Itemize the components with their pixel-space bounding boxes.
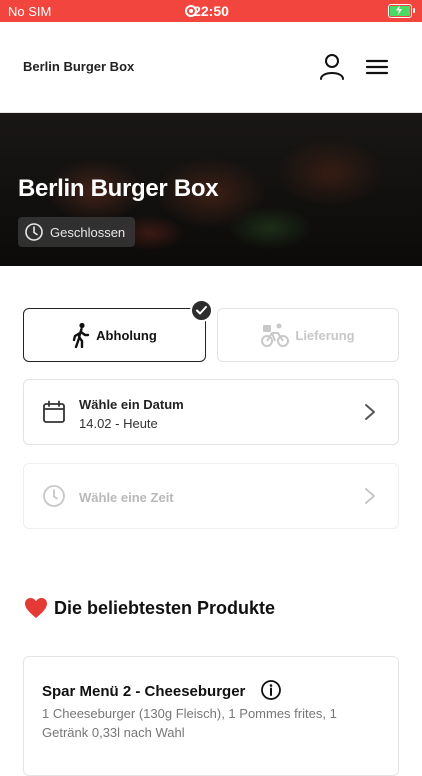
status-bar: No SIM 22:50 (0, 0, 422, 22)
clock-icon (25, 223, 43, 241)
popular-products-heading: Die beliebtesten Produkte (24, 597, 275, 619)
delivery-button[interactable]: Lieferung (217, 308, 399, 362)
restaurant-name: Berlin Burger Box (23, 59, 135, 74)
hero-banner: Berlin Burger Box Geschlossen (0, 113, 422, 266)
chevron-right-icon (365, 488, 375, 504)
battery-icon (388, 4, 415, 18)
date-selector-label: Wähle ein Datum (79, 397, 184, 412)
chevron-right-icon (365, 404, 375, 420)
delivery-label: Lieferung (295, 327, 355, 343)
date-selector[interactable]: Wähle ein Datum 14.02 - Heute (23, 379, 399, 445)
selected-date: 14.02 - Heute (79, 416, 158, 431)
open-status-label: Geschlossen (50, 224, 126, 240)
bicycle-courier-icon (261, 323, 290, 347)
popular-products-title: Die beliebtesten Produkte (54, 597, 276, 618)
time-selector[interactable]: Wähle eine Zeit (23, 463, 399, 529)
hero-title: Berlin Burger Box (18, 175, 219, 202)
open-status-badge: Geschlossen (18, 217, 136, 247)
walking-person-icon (72, 322, 90, 348)
selected-check-icon (190, 299, 213, 322)
pickup-label: Abholung (96, 327, 157, 343)
heart-icon (25, 598, 47, 618)
pickup-button[interactable]: Abholung (23, 308, 206, 362)
app-header: Berlin Burger Box (0, 22, 422, 113)
product-description: 1 Cheeseburger (130g Fleisch), 1 Pommes … (42, 706, 337, 740)
info-icon[interactable] (260, 679, 282, 701)
product-name: Spar Menü 2 - Cheeseburger (42, 683, 246, 700)
clock-icon (43, 485, 65, 507)
hamburger-menu-icon[interactable] (364, 55, 390, 79)
time-selector-label: Wähle eine Zeit (79, 490, 174, 505)
clock: 22:50 (193, 3, 229, 19)
user-icon[interactable] (318, 52, 346, 82)
calendar-icon (43, 400, 65, 423)
product-card[interactable]: Spar Menü 2 - Cheeseburger 1 Cheeseburge… (23, 656, 399, 776)
